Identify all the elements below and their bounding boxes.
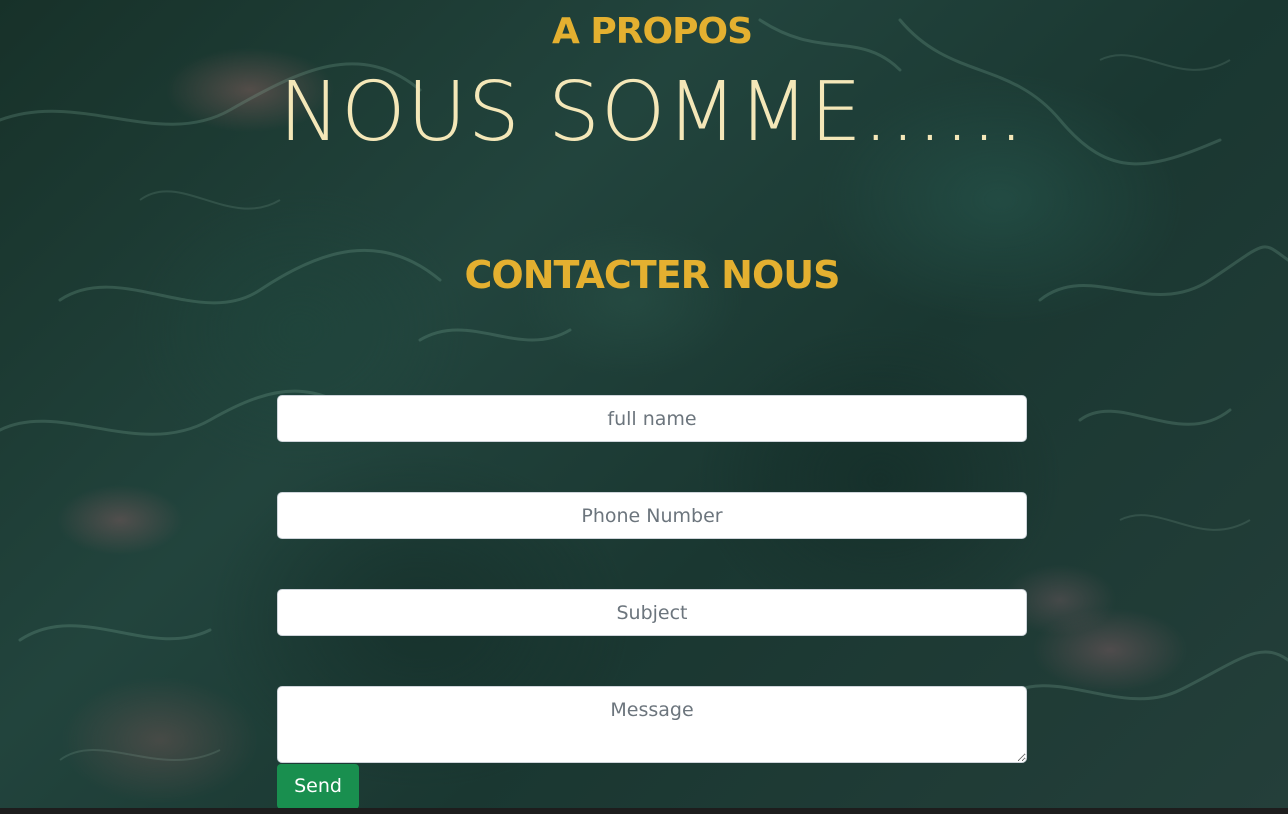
contact-title: CONTACTER NOUS bbox=[464, 253, 841, 297]
full-name-input[interactable] bbox=[277, 395, 1027, 442]
message-textarea[interactable] bbox=[277, 686, 1027, 763]
subject-input[interactable] bbox=[277, 589, 1027, 636]
about-label: A PROPOS bbox=[551, 11, 753, 52]
send-button[interactable]: Send bbox=[277, 764, 359, 809]
bottom-bar bbox=[0, 808, 1288, 814]
page-title: NOUS SOMME...... bbox=[278, 65, 1026, 160]
phone-number-input[interactable] bbox=[277, 492, 1027, 539]
